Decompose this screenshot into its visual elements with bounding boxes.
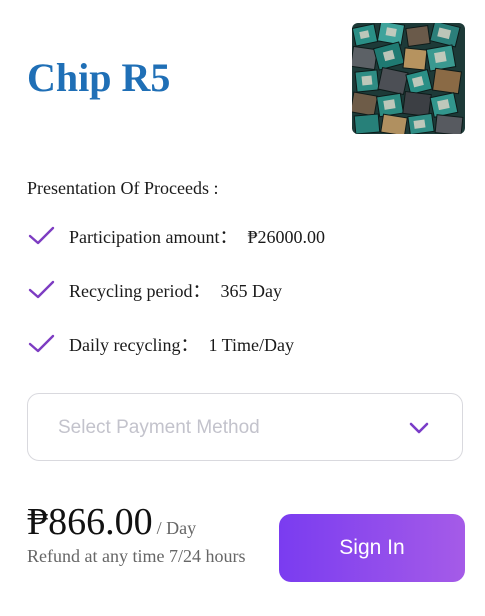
proceeds-item-daily-recycling: Daily recycling： 1 Time/Day xyxy=(28,332,325,386)
payment-method-select[interactable]: Select Payment Method xyxy=(27,393,463,461)
chevron-down-icon[interactable] xyxy=(408,421,430,435)
price-amount: ₱866.00 xyxy=(27,501,153,543)
price-unit: / Day xyxy=(156,518,197,538)
product-image xyxy=(352,23,465,134)
refund-note: Refund at any time 7/24 hours xyxy=(27,546,246,566)
proceeds-heading: Presentation Of Proceeds : xyxy=(27,178,219,198)
proceeds-item-label: Daily recycling： xyxy=(69,335,199,355)
proceeds-item-label: Recycling period： xyxy=(69,281,211,301)
sign-in-button[interactable]: Sign In xyxy=(279,514,465,582)
check-icon xyxy=(28,334,55,353)
proceeds-item-value: 365 Day xyxy=(220,281,282,301)
proceeds-item-value: 1 Time/Day xyxy=(208,335,294,355)
payment-method-placeholder: Select Payment Method xyxy=(58,417,260,438)
proceeds-item-value: ₱26000.00 xyxy=(247,227,325,247)
proceeds-item-participation-amount: Participation amount： ₱26000.00 xyxy=(28,224,325,278)
proceeds-item-recycling-period: Recycling period： 365 Day xyxy=(28,278,325,332)
check-icon xyxy=(28,280,55,299)
check-icon xyxy=(28,226,55,245)
product-title: Chip R5 xyxy=(27,55,171,100)
price-row: ₱866.00/ Day xyxy=(27,500,196,544)
proceeds-list: Participation amount： ₱26000.00 Recycling… xyxy=(28,224,325,386)
proceeds-item-label: Participation amount： xyxy=(69,227,238,247)
